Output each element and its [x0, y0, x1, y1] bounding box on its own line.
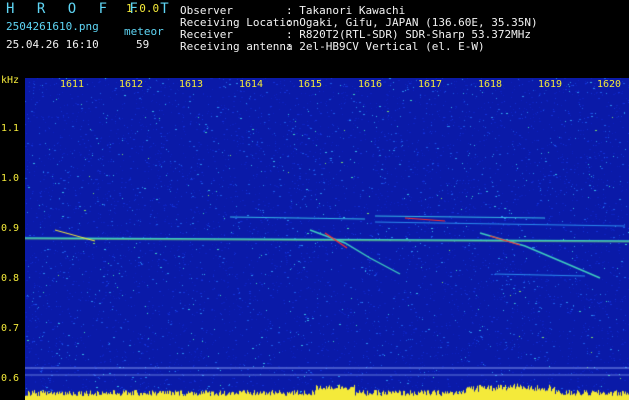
- file-name: 2504261610.png: [6, 20, 99, 33]
- antenna-label: Receiving antenna: [180, 40, 293, 53]
- y-tick-label: 0.7: [1, 323, 20, 334]
- y-unit-label: kHz: [1, 75, 20, 86]
- x-tick-label: 1614: [238, 79, 265, 90]
- x-tick-label: 1615: [297, 79, 324, 90]
- x-tick-label: 1612: [118, 79, 145, 90]
- meteor-label: meteor: [124, 25, 164, 38]
- x-tick-label: 1616: [357, 79, 384, 90]
- spectrogram-canvas: [25, 78, 629, 400]
- app-version: 1.0.0: [126, 2, 160, 15]
- y-tick-label: 0.9: [1, 223, 20, 234]
- x-tick-label: 1611: [59, 79, 86, 90]
- x-tick-label: 1617: [417, 79, 444, 90]
- x-tick-label: 1619: [537, 79, 564, 90]
- y-axis: kHz 1.1 1.0 0.9 0.8 0.7 0.6: [0, 76, 25, 400]
- x-tick-label: 1618: [477, 79, 504, 90]
- y-tick-label: 1.1: [1, 123, 20, 134]
- antenna-value: : 2el-HB9CV Vertical (el. E-W): [286, 40, 485, 53]
- meteor-count: 59: [136, 38, 150, 51]
- header-panel: H R O F F T 1.0.0 2504261610.png 25.04.2…: [0, 0, 629, 76]
- x-tick-label: 1613: [178, 79, 205, 90]
- y-tick-label: 0.6: [1, 373, 20, 384]
- x-tick-label: 1620: [596, 79, 623, 90]
- datetime: 25.04.26 16:10: [6, 38, 99, 51]
- y-tick-label: 0.8: [1, 273, 20, 284]
- y-tick-label: 1.0: [1, 173, 20, 184]
